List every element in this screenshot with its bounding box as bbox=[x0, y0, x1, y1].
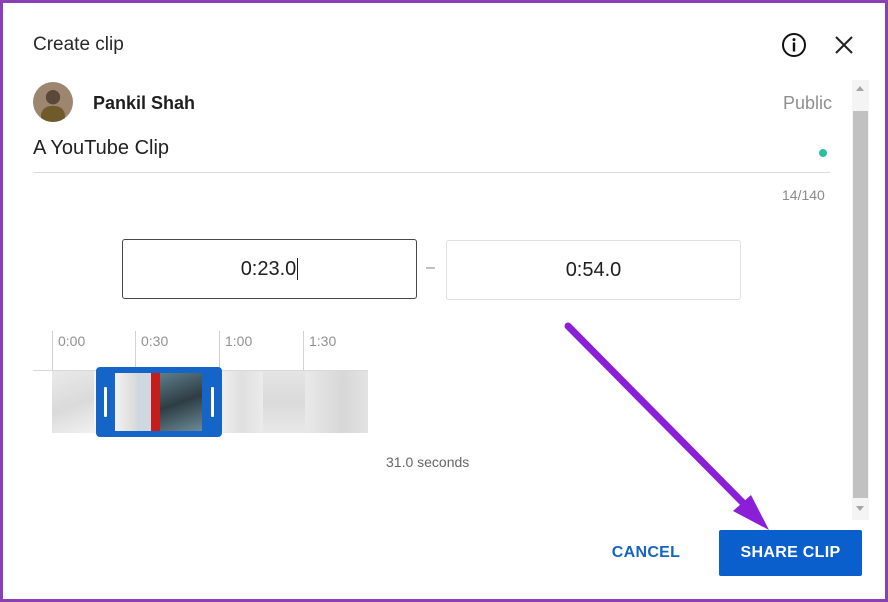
timeline-tick-label: 0:30 bbox=[141, 333, 169, 349]
thumbnail-frame bbox=[263, 371, 305, 433]
visibility-label: Public bbox=[783, 93, 833, 113]
char-count: 14/140 bbox=[782, 187, 825, 203]
clip-selection-range[interactable] bbox=[96, 367, 222, 437]
start-time-value: 0:23.0 bbox=[240, 257, 297, 280]
title-underline bbox=[33, 172, 830, 173]
end-time-input[interactable]: 0:54.0 bbox=[446, 240, 741, 300]
status-dot bbox=[819, 149, 827, 157]
scroll-up-icon[interactable] bbox=[856, 86, 864, 91]
text-caret bbox=[297, 258, 299, 280]
thumbnail-frame bbox=[221, 371, 263, 433]
channel-name: Pankil Shah bbox=[93, 93, 196, 113]
create-clip-dialog: Create clip Pankil Shah Public A YouTube… bbox=[3, 3, 885, 599]
selected-frames bbox=[115, 373, 202, 431]
start-time-input[interactable]: 0:23.0 bbox=[122, 239, 417, 299]
timeline-tick bbox=[303, 331, 304, 371]
scrollbar-thumb[interactable] bbox=[853, 111, 868, 498]
info-icon[interactable] bbox=[780, 31, 808, 59]
timeline-tick-label: 0:00 bbox=[58, 333, 86, 349]
avatar bbox=[33, 82, 73, 122]
close-icon[interactable] bbox=[831, 32, 857, 58]
dialog-title: Create clip bbox=[33, 34, 124, 55]
timeline-tick-label: 1:30 bbox=[309, 333, 337, 349]
thumbnail-frame bbox=[52, 371, 94, 433]
selection-start-handle[interactable] bbox=[104, 387, 107, 417]
timeline-tick-label: 1:00 bbox=[225, 333, 253, 349]
thumbnail-frame bbox=[305, 371, 368, 433]
scroll-down-icon[interactable] bbox=[856, 506, 864, 511]
clip-duration: 31.0 seconds bbox=[386, 454, 470, 470]
timeline-tick bbox=[219, 331, 220, 371]
range-separator: – bbox=[426, 259, 435, 276]
timeline-tick bbox=[135, 331, 136, 371]
cancel-button[interactable]: CANCEL bbox=[596, 530, 696, 576]
share-clip-button[interactable]: SHARE CLIP bbox=[719, 530, 862, 576]
end-time-value: 0:54.0 bbox=[565, 258, 622, 281]
timeline-tick bbox=[52, 331, 53, 371]
selection-end-handle[interactable] bbox=[211, 387, 214, 417]
clip-title-input[interactable]: A YouTube Clip bbox=[33, 137, 169, 160]
